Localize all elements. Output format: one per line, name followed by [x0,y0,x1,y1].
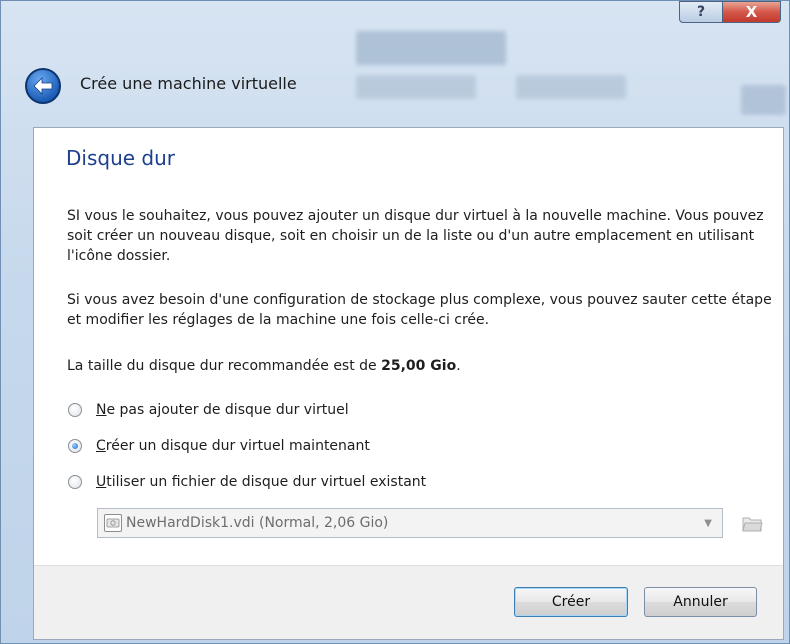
recommended-suffix: . [456,358,461,374]
mnemonic: N [96,402,107,418]
close-button[interactable]: X [723,1,781,23]
radio-existing-disk[interactable] [68,475,82,489]
wizard-page: Disque dur SI vous le souhaitez, vous po… [33,127,784,640]
hard-disk-icon [104,514,122,532]
recommended-size-text: La taille du disque dur recommandée est … [67,356,772,376]
window-frame: ? X Crée une machine virtuelle Disque du… [0,0,790,644]
cancel-button[interactable]: Annuler [644,587,757,617]
option-create-disk[interactable]: Créer un disque dur virtuel maintenant [68,438,370,454]
create-button[interactable]: Créer [514,587,628,617]
background-blur [356,31,506,65]
background-blur [516,75,626,99]
recommended-size: 25,00 Gio [381,358,457,374]
recommended-prefix: La taille du disque dur recommandée est … [67,358,382,374]
folder-button[interactable] [740,512,764,534]
caption-buttons: ? X [679,1,781,31]
option-existing-disk-label: Utiliser un fichier de disque dur virtue… [96,474,426,490]
existing-disk-value: NewHardDisk1.vdi (Normal, 2,06 Gio) [126,515,389,531]
mnemonic: U [96,474,107,490]
button-bar: Créer Annuler [34,565,783,639]
background-blur [741,85,786,115]
existing-disk-select[interactable]: NewHardDisk1.vdi (Normal, 2,06 Gio) ▼ [97,508,723,538]
help-button[interactable]: ? [679,1,723,23]
chevron-down-icon: ▼ [704,518,712,529]
back-arrow-icon [33,77,53,95]
close-icon: X [745,3,758,21]
label-text: réer un disque dur virtuel maintenant [105,438,370,454]
radio-no-disk[interactable] [68,403,82,417]
help-icon: ? [696,4,706,20]
back-button[interactable] [25,68,61,104]
option-existing-disk[interactable]: Utiliser un fichier de disque dur virtue… [68,474,426,490]
window-title: Crée une machine virtuelle [80,74,297,93]
option-no-disk[interactable]: Ne pas ajouter de disque dur virtuel [68,402,349,418]
label-text: e pas ajouter de disque dur virtuel [106,402,349,418]
page-heading: Disque dur [66,146,176,170]
label-text: tiliser un fichier de disque dur virtuel… [106,474,427,490]
background-blur [356,75,476,99]
mnemonic: C [96,438,106,454]
option-no-disk-label: Ne pas ajouter de disque dur virtuel [96,402,349,418]
intro-paragraph: SI vous le souhaitez, vous pouvez ajoute… [67,208,764,264]
radio-create-disk[interactable] [68,439,82,453]
option-create-disk-label: Créer un disque dur virtuel maintenant [96,438,370,454]
advanced-paragraph: Si vous avez besoin d'une configuration … [67,292,772,328]
folder-icon [742,517,763,532]
